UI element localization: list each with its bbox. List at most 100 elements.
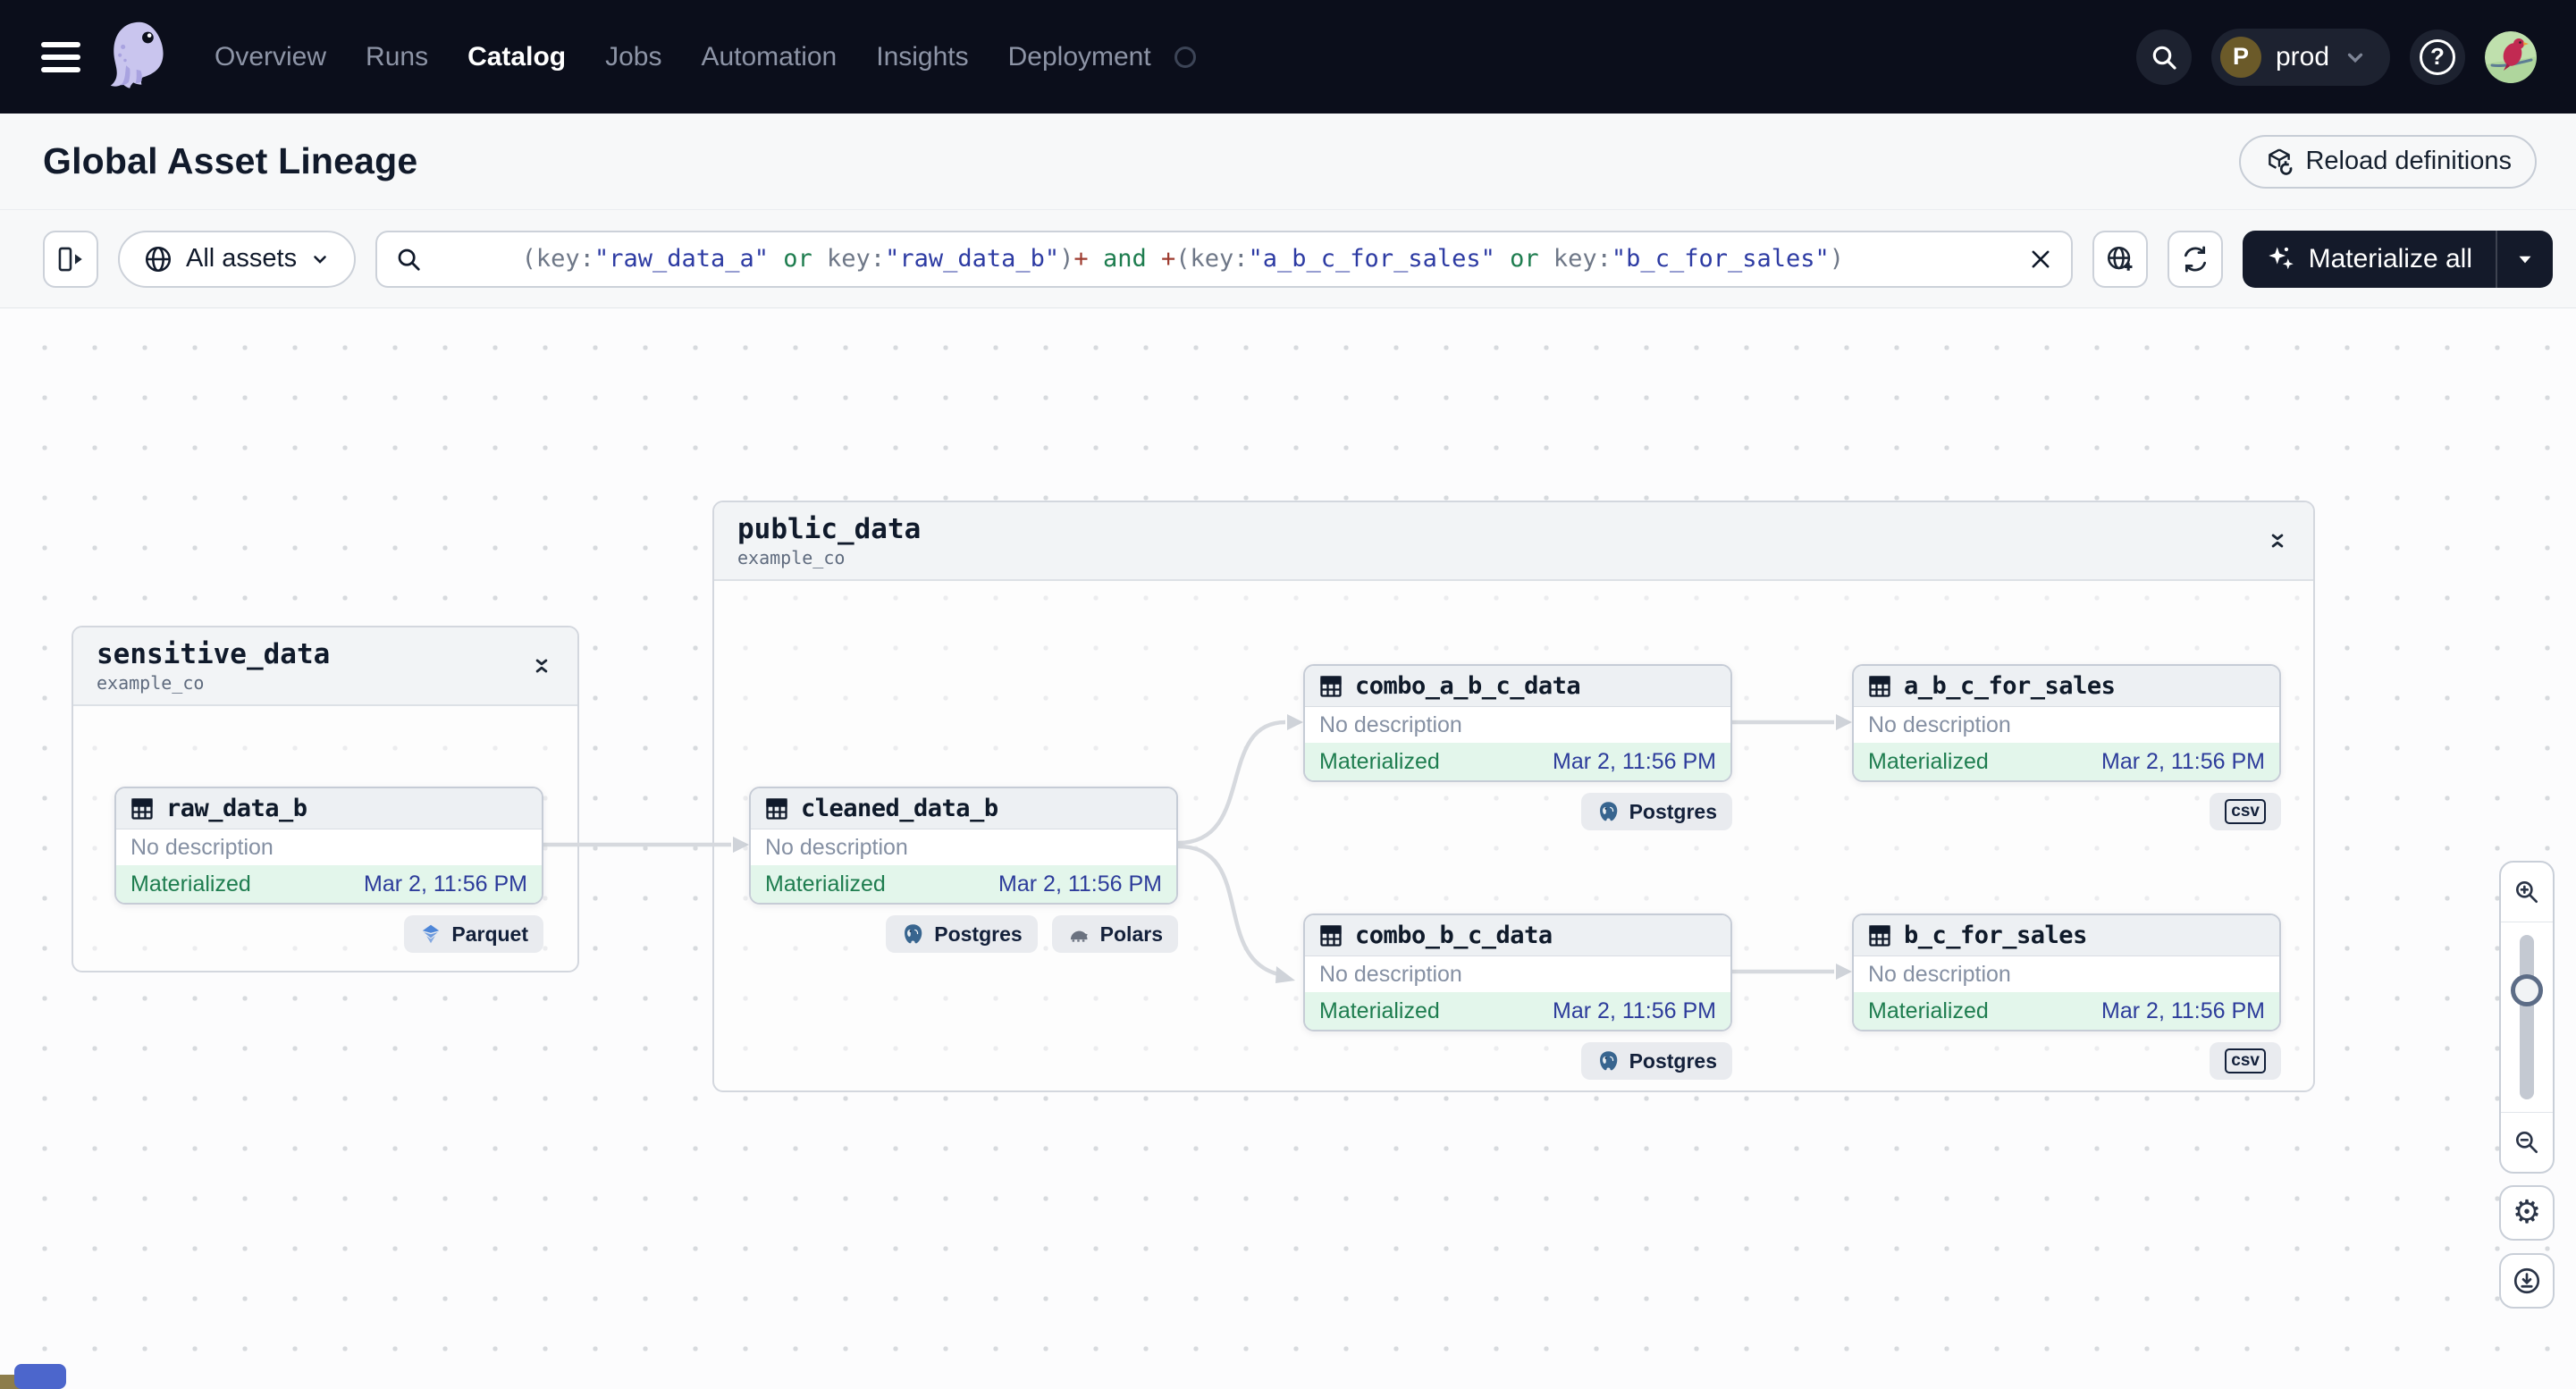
reload-definitions-button[interactable]: Reload definitions (2239, 134, 2537, 189)
zoom-slider-thumb[interactable] (2511, 974, 2543, 1006)
kind-badge-polars[interactable]: Polars (1051, 915, 1178, 953)
lineage-graph-canvas[interactable]: sensitive_data example_co public_data ex… (0, 308, 2576, 1389)
chevron-down-icon (2519, 256, 2531, 263)
asset-description: No description (1319, 711, 1462, 737)
kind-badge-postgres[interactable]: Postgres (1580, 793, 1732, 830)
nav-automation[interactable]: Automation (701, 42, 837, 72)
download-graph-button[interactable] (2499, 1253, 2555, 1309)
minimap-viewport[interactable] (14, 1364, 66, 1389)
asset-description: No description (765, 834, 908, 860)
polars-icon (1070, 930, 1088, 942)
query-token: + (1073, 245, 1089, 273)
query-token: ) (1829, 245, 1845, 273)
search-icon (2152, 46, 2176, 70)
asset-selection-query[interactable]: (key:"raw_data_a" or key:"raw_data_b")+ … (434, 217, 2015, 300)
refresh-button[interactable] (2167, 230, 2223, 288)
status-badge: Materialized (130, 871, 251, 897)
badge-label: Polars (1099, 922, 1163, 946)
kind-badge-parquet[interactable]: Parquet (404, 915, 543, 953)
table-icon (1320, 924, 1342, 947)
materialize-all-split-button: Materialize all (2242, 230, 2553, 288)
asset-node-b-c-for-sales[interactable]: b_c_for_sales No description Materialize… (1852, 913, 2281, 1031)
asset-status-row: Materialized Mar 2, 11:56 PM (1854, 992, 2279, 1030)
postgres-icon (905, 923, 922, 943)
loading-spinner-icon (1174, 46, 1196, 68)
query-token: ) (1059, 245, 1074, 273)
help-button[interactable]: ? (2410, 29, 2465, 85)
search-icon (398, 248, 420, 271)
environment-name: prod (2275, 41, 2329, 72)
top-navigation: Overview Runs Catalog Jobs Automation In… (0, 0, 2576, 114)
asset-node-combo-a-b-c-data[interactable]: combo_a_b_c_data No description Material… (1303, 664, 1732, 782)
query-token: key: (827, 245, 886, 273)
asset-name: b_c_for_sales (1904, 922, 2087, 949)
dagster-logo[interactable] (105, 19, 172, 96)
user-avatar[interactable] (2485, 30, 2537, 83)
zoom-out-icon (2516, 1132, 2538, 1153)
nav-overview[interactable]: Overview (215, 42, 326, 72)
page-title: Global Asset Lineage (43, 140, 418, 181)
asset-selection-input[interactable]: (key:"raw_data_a" or key:"raw_data_b")+ … (375, 230, 2073, 288)
kind-badge-postgres[interactable]: Postgres (1580, 1042, 1732, 1080)
panel-toggle-icon (58, 247, 82, 271)
open-sidebar-button[interactable] (43, 230, 98, 288)
zoom-out-button[interactable] (2501, 1113, 2553, 1172)
query-token: and (1088, 245, 1161, 273)
status-badge: Materialized (1868, 748, 1989, 774)
primary-nav: Overview Runs Catalog Jobs Automation In… (215, 42, 1196, 72)
chevron-down-icon (2347, 53, 2363, 63)
asset-node-raw-data-b[interactable]: raw_data_b No description Materialized M… (114, 787, 543, 905)
table-icon (1869, 924, 1890, 947)
clear-query-icon[interactable] (2028, 247, 2053, 272)
materialize-all-label: Materialize all (2308, 243, 2472, 274)
query-token: + (1160, 245, 1176, 273)
expand-selection-button[interactable] (2092, 230, 2148, 288)
asset-node-combo-b-c-data[interactable]: combo_b_c_data No description Materializ… (1303, 913, 1732, 1031)
zoom-control-panel (2499, 861, 2555, 1174)
asset-scope-label: All assets (186, 244, 298, 273)
postgres-icon (1599, 801, 1617, 821)
query-token: "b_c_for_sales" (1611, 245, 1830, 273)
postgres-icon (1599, 1050, 1617, 1070)
asset-node-a-b-c-for-sales[interactable]: a_b_c_for_sales No description Materiali… (1852, 664, 2281, 782)
badge-label: Parquet (451, 922, 528, 946)
nav-runs[interactable]: Runs (366, 42, 428, 72)
query-token: "raw_data_a" (593, 245, 770, 273)
nav-insights[interactable]: Insights (876, 42, 968, 72)
asset-node-cleaned-data-b[interactable]: cleaned_data_b No description Materializ… (749, 787, 1178, 905)
lineage-toolbar: All assets (key:"raw_data_a" or key:"raw… (0, 210, 2576, 308)
materialization-timestamp: Mar 2, 11:56 PM (2101, 748, 2265, 774)
nav-deployment[interactable]: Deployment (1008, 42, 1151, 72)
status-badge: Materialized (1319, 748, 1440, 774)
asset-scope-dropdown[interactable]: All assets (118, 230, 357, 288)
page-header: Global Asset Lineage Reload definitions (0, 114, 2576, 210)
kind-badge-csv[interactable]: csv (2210, 793, 2281, 830)
table-icon (131, 797, 153, 820)
zoom-slider (2501, 922, 2553, 1113)
hamburger-menu-icon[interactable] (41, 41, 80, 72)
query-token: key: (1553, 245, 1612, 273)
nav-jobs[interactable]: Jobs (605, 42, 661, 72)
question-mark-icon: ? (2420, 38, 2455, 75)
badge-label: Postgres (1629, 1048, 1717, 1073)
graph-settings-button[interactable]: ⚙ (2499, 1185, 2555, 1241)
asset-description: No description (1868, 961, 2011, 987)
zoom-slider-track[interactable] (2520, 935, 2534, 1099)
asset-status-row: Materialized Mar 2, 11:56 PM (116, 865, 542, 903)
environment-switcher[interactable]: P prod (2210, 28, 2390, 86)
asset-name: cleaned_data_b (801, 795, 998, 822)
nav-catalog[interactable]: Catalog (467, 42, 566, 72)
kind-badge-csv[interactable]: csv (2210, 1042, 2281, 1080)
kind-badge-postgres[interactable]: Postgres (886, 915, 1038, 953)
materialize-all-button[interactable]: Materialize all (2243, 231, 2496, 288)
globe-icon (145, 246, 172, 272)
materialize-options-button[interactable] (2497, 231, 2553, 288)
reload-definitions-label: Reload definitions (2305, 147, 2512, 175)
environment-avatar: P (2219, 36, 2261, 78)
status-badge: Materialized (1868, 998, 1989, 1023)
status-badge: Materialized (1319, 998, 1440, 1023)
global-search-button[interactable] (2135, 29, 2192, 85)
query-token: "a_b_c_for_sales" (1248, 245, 1495, 273)
zoom-in-button[interactable] (2501, 863, 2553, 922)
asset-name: combo_a_b_c_data (1355, 672, 1581, 700)
